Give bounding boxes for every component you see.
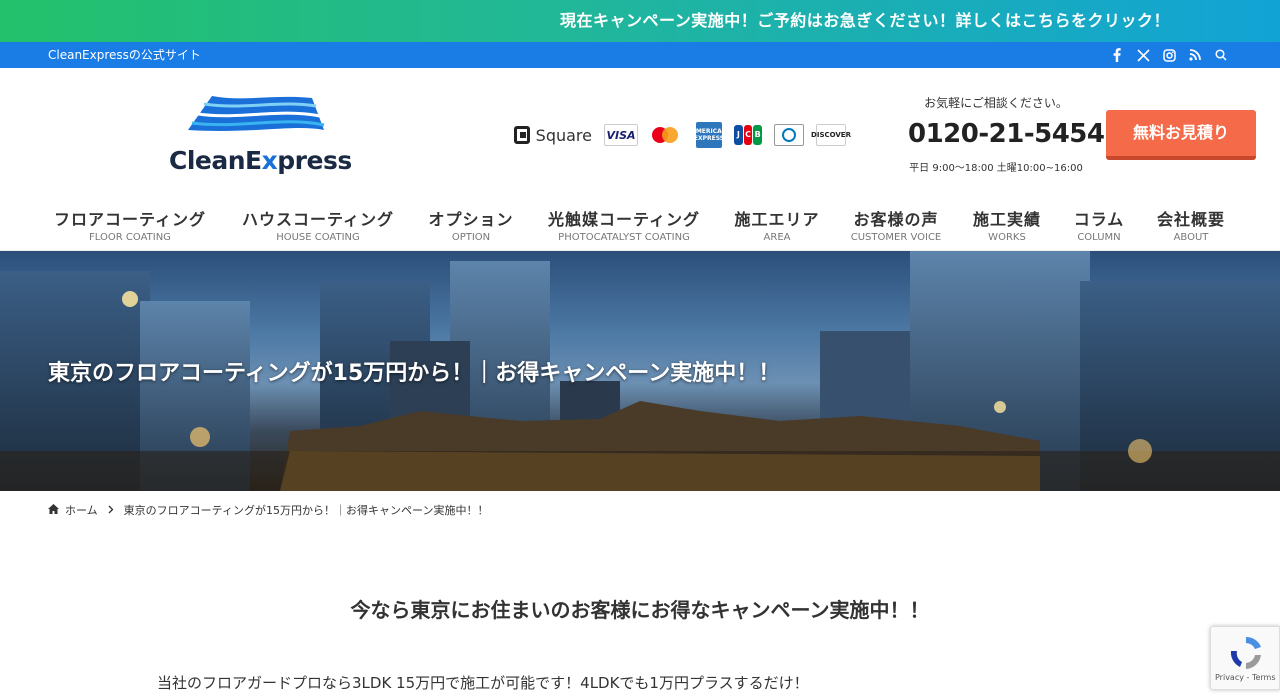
nav-item-about[interactable]: 会社概要 ABOUT <box>1157 206 1225 243</box>
mastercard-icon <box>650 124 684 146</box>
square-icon <box>514 126 530 144</box>
main-nav: フロアコーティング FLOOR COATING ハウスコーティング HOUSE … <box>0 206 1280 251</box>
nav-item-floor-coating[interactable]: フロアコーティング FLOOR COATING <box>54 206 206 243</box>
phone-number[interactable]: 0120-21-5454 <box>908 119 1105 149</box>
visa-icon: VISA <box>604 124 638 146</box>
hero-banner: 東京のフロアコーティングが15万円から！｜お得キャンペーン実施中！！ <box>0 251 1280 491</box>
site-label: CleanExpressの公式サイト <box>48 48 201 62</box>
nav-item-customer-voice[interactable]: お客様の声 CUSTOMER VOICE <box>851 206 942 243</box>
contact-lead: お気軽にご相談ください。 <box>924 96 1068 110</box>
home-icon[interactable] <box>48 503 59 517</box>
top-bar: CleanExpressの公式サイト <box>0 42 1280 68</box>
page-heading: 今なら東京にお住まいのお客様にお得なキャンペーン実施中！！ <box>350 598 930 622</box>
breadcrumb-current: 東京のフロアコーティングが15万円から！｜お得キャンペーン実施中！！ <box>123 504 489 517</box>
diners-club-icon <box>774 124 804 146</box>
social-icons <box>1110 42 1228 68</box>
logo[interactable]: CleanExpress <box>166 94 352 178</box>
free-quote-button[interactable]: 無料お見積り <box>1106 110 1256 160</box>
logo-text: CleanExpress <box>169 146 352 175</box>
nav-item-house-coating[interactable]: ハウスコーティング HOUSE COATING <box>242 206 394 243</box>
square-logo: Square <box>514 124 592 146</box>
amex-icon: AMERICAN EXPRESS <box>691 122 727 148</box>
rss-icon[interactable] <box>1188 48 1202 62</box>
nav-item-column[interactable]: コラム COLUMN <box>1074 206 1125 243</box>
discover-icon: DISCOVER <box>811 124 851 146</box>
site-header: CleanExpress Square VISA AMERICAN EXPRES… <box>0 68 1280 251</box>
recaptcha-terms[interactable]: Privacy - Terms <box>1215 673 1276 682</box>
instagram-icon[interactable] <box>1162 48 1176 62</box>
nav-item-works[interactable]: 施工実績 WORKS <box>973 206 1041 243</box>
facebook-icon[interactable] <box>1110 48 1124 62</box>
search-icon[interactable] <box>1214 48 1228 62</box>
recaptcha-icon <box>1230 636 1261 669</box>
campaign-banner-text[interactable]: 現在キャンペーン実施中！ご予約はお急ぎください！詳しくはこちらをクリック！ <box>560 0 1170 42</box>
x-icon[interactable] <box>1136 48 1150 62</box>
contact-info: お気軽にご相談ください。 0120-21-5454 平日 9:00〜18:00 … <box>908 94 1105 174</box>
chevron-right-icon <box>108 504 114 517</box>
payment-methods: Square VISA AMERICAN EXPRESS JCB DISCOVE… <box>514 122 858 148</box>
business-hours: 平日 9:00〜18:00 土曜10:00~16:00 <box>909 163 1083 174</box>
intro-paragraph: 当社のフロアガードプロなら3LDK 15万円で施工が可能です！4LDKでも1万円… <box>157 674 809 692</box>
nav-item-photocatalyst-coating[interactable]: 光触媒コーティング PHOTOCATALYST COATING <box>548 206 700 243</box>
logo-wave-icon <box>188 96 325 131</box>
recaptcha-badge[interactable]: Privacy - Terms <box>1210 626 1280 690</box>
hero-title: 東京のフロアコーティングが15万円から！｜お得キャンペーン実施中！！ <box>48 361 781 386</box>
nav-item-area[interactable]: 施工エリア AREA <box>734 206 819 243</box>
nav-item-option[interactable]: オプション OPTION <box>428 206 513 243</box>
jcb-icon: JCB <box>734 124 763 146</box>
campaign-banner[interactable]: 現在キャンペーン実施中！ご予約はお急ぎください！詳しくはこちらをクリック！ <box>0 0 1280 42</box>
breadcrumb-home-link[interactable]: ホーム <box>65 502 98 518</box>
breadcrumb: ホーム 東京のフロアコーティングが15万円から！｜お得キャンペーン実施中！！ <box>48 502 488 518</box>
